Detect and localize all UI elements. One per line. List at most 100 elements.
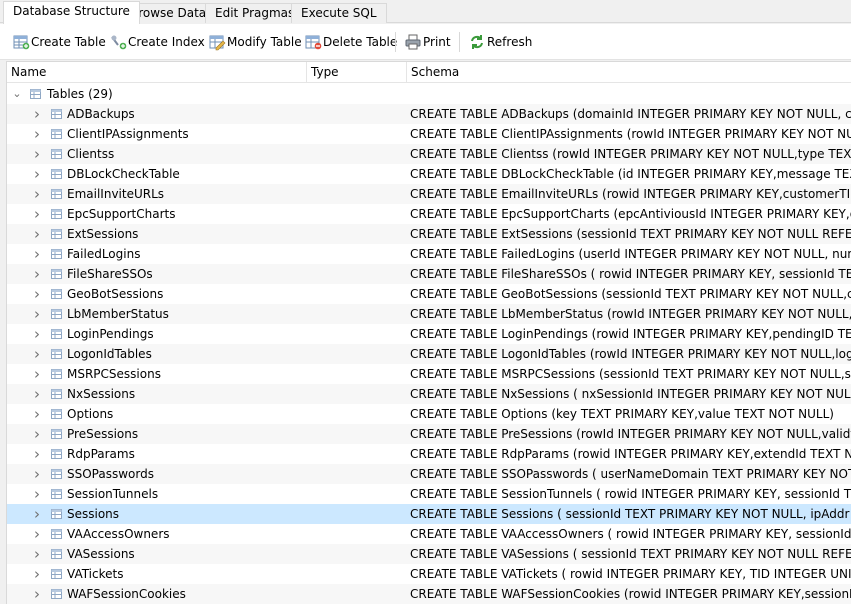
tree-group-tables[interactable]: ⌄ Tables (29) bbox=[7, 84, 851, 104]
chevron-right-icon[interactable]: › bbox=[31, 404, 43, 424]
table-name-cell: › LogonIdTables bbox=[7, 344, 307, 364]
table-add-icon bbox=[13, 35, 30, 50]
table-name: DBLockCheckTable bbox=[67, 167, 180, 181]
table-schema-cell: CREATE TABLE FailedLogins (userId INTEGE… bbox=[410, 247, 851, 261]
table-name: LbMemberStatus bbox=[67, 307, 169, 321]
table-row[interactable]: › ExtSessions CREATE TABLE ExtSessions (se… bbox=[7, 224, 851, 244]
table-name-cell: › RdpParams bbox=[7, 444, 307, 464]
table-schema-cell: CREATE TABLE LogonIdTables (rowId INTEGE… bbox=[410, 347, 851, 361]
table-icon bbox=[51, 589, 62, 599]
table-row[interactable]: › WAFSessionCookies CREATE TABLE WAFSessio… bbox=[7, 584, 851, 604]
refresh-button[interactable]: Refresh bbox=[468, 32, 532, 52]
table-row[interactable]: › ADBackups CREATE TABLE ADBackups (domain… bbox=[7, 104, 851, 124]
create-index-button[interactable]: Create Index bbox=[109, 32, 205, 52]
table-name: EpcSupportCharts bbox=[67, 207, 176, 221]
table-row[interactable]: › DBLockCheckTable CREATE TABLE DBLockChec… bbox=[7, 164, 851, 184]
tab-execute-sql[interactable]: Execute SQL bbox=[291, 3, 387, 23]
table-schema-cell: CREATE TABLE Options (key TEXT PRIMARY K… bbox=[410, 407, 834, 421]
table-row[interactable]: › LoginPendings CREATE TABLE LoginPendings… bbox=[7, 324, 851, 344]
chevron-right-icon[interactable]: › bbox=[31, 344, 43, 364]
table-row[interactable]: › PreSessions CREATE TABLE PreSessions (ro… bbox=[7, 424, 851, 444]
table-name-cell: › DBLockCheckTable bbox=[7, 164, 307, 184]
chevron-right-icon[interactable]: › bbox=[31, 104, 43, 124]
table-icon bbox=[51, 229, 62, 239]
table-name-cell: › PreSessions bbox=[7, 424, 307, 444]
toolbar-separator bbox=[459, 32, 460, 52]
chevron-right-icon[interactable]: › bbox=[31, 544, 43, 564]
table-name-cell: › VASessions bbox=[7, 544, 307, 564]
table-row[interactable]: › RdpParams CREATE TABLE RdpParams (rowid … bbox=[7, 444, 851, 464]
chevron-right-icon[interactable]: › bbox=[31, 204, 43, 224]
chevron-right-icon[interactable]: › bbox=[31, 484, 43, 504]
chevron-right-icon[interactable]: › bbox=[31, 444, 43, 464]
tab-database-structure[interactable]: Database Structure bbox=[3, 1, 140, 24]
table-icon bbox=[51, 549, 62, 559]
chevron-right-icon[interactable]: › bbox=[31, 584, 43, 604]
chevron-down-icon[interactable]: ⌄ bbox=[11, 84, 23, 104]
table-row[interactable]: › LbMemberStatus CREATE TABLE LbMemberStat… bbox=[7, 304, 851, 324]
delete-table-button[interactable]: Delete Table bbox=[304, 32, 397, 52]
table-icon bbox=[51, 309, 62, 319]
table-row[interactable]: › MSRPCSessions CREATE TABLE MSRPCSessions… bbox=[7, 364, 851, 384]
chevron-right-icon[interactable]: › bbox=[31, 264, 43, 284]
column-header-type[interactable]: Type bbox=[307, 62, 407, 83]
table-row[interactable]: › FileShareSSOs CREATE TABLE FileShareSSOs… bbox=[7, 264, 851, 284]
table-row[interactable]: › Sessions CREATE TABLE Sessions ( session… bbox=[7, 504, 851, 524]
modify-table-label: Modify Table bbox=[227, 35, 302, 49]
chevron-right-icon[interactable]: › bbox=[31, 184, 43, 204]
table-name: ExtSessions bbox=[67, 227, 139, 241]
chevron-right-icon[interactable]: › bbox=[31, 304, 43, 324]
table-name: MSRPCSessions bbox=[67, 367, 161, 381]
chevron-right-icon[interactable]: › bbox=[31, 504, 43, 524]
table-row[interactable]: › SSOPasswords CREATE TABLE SSOPasswords (… bbox=[7, 464, 851, 484]
table-row[interactable]: › GeoBotSessions CREATE TABLE GeoBotSessio… bbox=[7, 284, 851, 304]
chevron-right-icon[interactable]: › bbox=[31, 564, 43, 584]
chevron-right-icon[interactable]: › bbox=[31, 164, 43, 184]
structure-tree[interactable]: Name Type Schema ⌄ Tables (29) › ADBackup… bbox=[6, 61, 851, 604]
chevron-right-icon[interactable]: › bbox=[31, 284, 43, 304]
table-row[interactable]: › ClientIPAssignments CREATE TABLE ClientI… bbox=[7, 124, 851, 144]
toolbar-separator bbox=[395, 32, 396, 52]
table-row[interactable]: › VAAccessOwners CREATE TABLE VAAccessOwne… bbox=[7, 524, 851, 544]
chevron-right-icon[interactable]: › bbox=[31, 244, 43, 264]
table-row[interactable]: › FailedLogins CREATE TABLE FailedLogins (… bbox=[7, 244, 851, 264]
print-label: Print bbox=[423, 35, 451, 49]
table-row[interactable]: › Clientss CREATE TABLE Clientss (rowId IN… bbox=[7, 144, 851, 164]
table-icon bbox=[51, 489, 62, 499]
chevron-right-icon[interactable]: › bbox=[31, 384, 43, 404]
app-window: Database Structure Browse Data Edit Prag… bbox=[0, 0, 851, 604]
column-header-schema[interactable]: Schema bbox=[407, 62, 851, 83]
table-row[interactable]: › EmailInviteURLs CREATE TABLE EmailInvite… bbox=[7, 184, 851, 204]
table-row[interactable]: › VATickets CREATE TABLE VATickets ( rowid… bbox=[7, 564, 851, 584]
table-schema-cell: CREATE TABLE LoginPendings (rowid INTEGE… bbox=[410, 327, 851, 341]
column-header-type-label: Type bbox=[311, 65, 339, 79]
table-row[interactable]: › VASessions CREATE TABLE VASessions ( ses… bbox=[7, 544, 851, 564]
table-name-cell: › FailedLogins bbox=[7, 244, 307, 264]
print-button[interactable]: Print bbox=[404, 32, 451, 52]
table-row[interactable]: › EpcSupportCharts CREATE TABLE EpcSupport… bbox=[7, 204, 851, 224]
table-icon bbox=[51, 189, 62, 199]
chevron-right-icon[interactable]: › bbox=[31, 524, 43, 544]
column-header-schema-label: Schema bbox=[411, 65, 460, 79]
table-icon bbox=[51, 509, 62, 519]
table-name: VATickets bbox=[67, 567, 124, 581]
chevron-right-icon[interactable]: › bbox=[31, 464, 43, 484]
chevron-right-icon[interactable]: › bbox=[31, 324, 43, 344]
table-name: RdpParams bbox=[67, 447, 135, 461]
chevron-right-icon[interactable]: › bbox=[31, 224, 43, 244]
create-table-button[interactable]: Create Table bbox=[12, 32, 106, 52]
chevron-right-icon[interactable]: › bbox=[31, 124, 43, 144]
table-icon bbox=[51, 469, 62, 479]
modify-table-button[interactable]: Modify Table bbox=[208, 32, 302, 52]
chevron-right-icon[interactable]: › bbox=[31, 364, 43, 384]
tab-edit-pragmas[interactable]: Edit Pragmas bbox=[205, 3, 305, 23]
chevron-right-icon[interactable]: › bbox=[31, 424, 43, 444]
table-row[interactable]: › SessionTunnels CREATE TABLE SessionTunne… bbox=[7, 484, 851, 504]
column-header-name[interactable]: Name bbox=[7, 62, 307, 83]
table-row[interactable]: › NxSessions CREATE TABLE NxSessions ( nxS… bbox=[7, 384, 851, 404]
table-schema-cell: CREATE TABLE Sessions ( sessionId TEXT P… bbox=[410, 507, 851, 521]
table-row[interactable]: › LogonIdTables CREATE TABLE LogonIdTables… bbox=[7, 344, 851, 364]
table-row[interactable]: › Options CREATE TABLE Options (key TEXT P… bbox=[7, 404, 851, 424]
chevron-right-icon[interactable]: › bbox=[31, 144, 43, 164]
table-name-cell: › LbMemberStatus bbox=[7, 304, 307, 324]
